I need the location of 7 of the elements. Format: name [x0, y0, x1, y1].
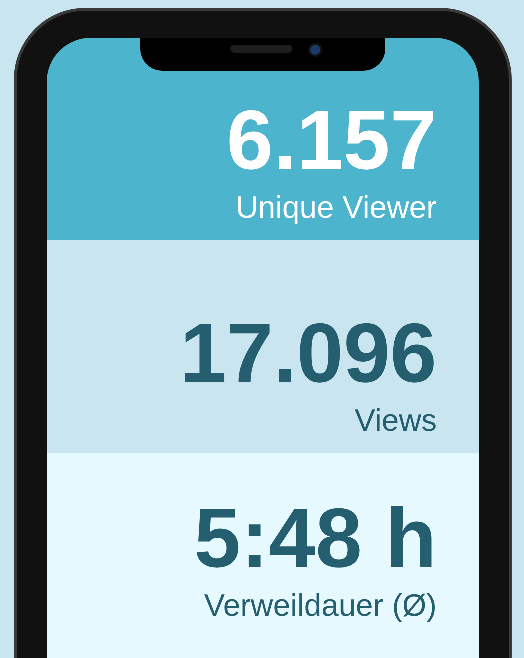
stat-value: 6.157	[226, 98, 437, 182]
camera-icon	[308, 43, 322, 57]
stat-value: 5:48 h	[194, 496, 437, 580]
stat-label: Views	[354, 403, 437, 439]
stat-label: Verweildauer (Ø)	[204, 588, 437, 624]
stat-label: Unique Viewer	[236, 190, 437, 226]
stat-value: 17.096	[180, 311, 437, 396]
